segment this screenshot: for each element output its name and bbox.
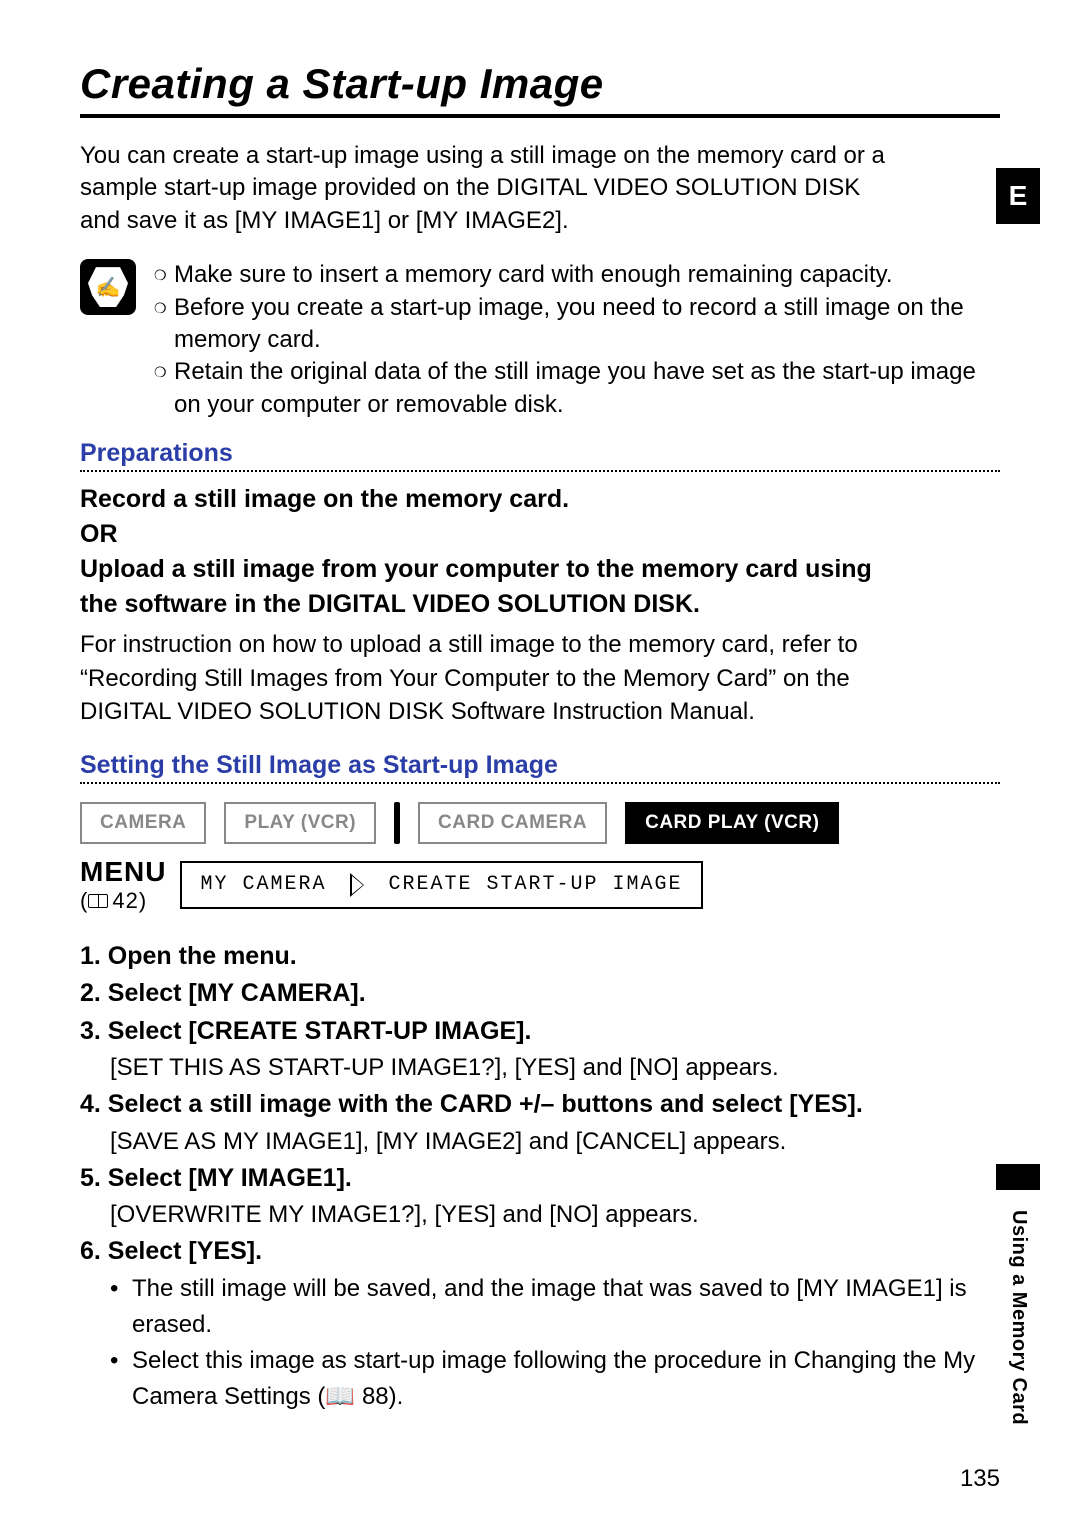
note-2: Before you create a start-up image, you …	[174, 292, 1000, 357]
step-6: 6. Select [YES].	[80, 1233, 1000, 1271]
mode-camera: CAMERA	[80, 802, 206, 844]
step-6-sub-2: Select this image as start-up image foll…	[110, 1343, 1000, 1415]
prep-line-1: Record a still image on the memory card.	[80, 482, 1000, 517]
menu-ref-page: 42	[112, 888, 138, 913]
manual-page: E Creating a Start-up Image You can crea…	[0, 0, 1080, 1533]
step-3-detail: [SET THIS AS START-UP IMAGE1?], [YES] an…	[110, 1050, 1000, 1086]
menu-path-a: MY CAMERA	[200, 873, 326, 896]
step-4: 4. Select a still image with the CARD +/…	[80, 1086, 1000, 1124]
book-icon	[88, 894, 108, 908]
page-number: 135	[960, 1465, 1000, 1493]
step-2: 2. Select [MY CAMERA].	[80, 975, 1000, 1013]
note-hand-icon: ✍	[80, 259, 136, 315]
prep-line-2: Upload a still image from your computer …	[80, 552, 900, 622]
mode-divider	[394, 802, 400, 844]
section-tab: E	[996, 168, 1040, 224]
intro-paragraph: You can create a start-up image using a …	[80, 140, 900, 237]
step-5-detail: [OVERWRITE MY IMAGE1?], [YES] and [NO] a…	[110, 1197, 1000, 1233]
side-section-label: Using a Memory Card	[1007, 1210, 1030, 1425]
prep-or: OR	[80, 517, 1000, 552]
note-1: Make sure to insert a memory card with e…	[174, 259, 893, 291]
menu-path-row: MENU (42) MY CAMERA CREATE START-UP IMAG…	[80, 856, 1000, 914]
mode-card-play-vcr-active: CARD PLAY (VCR)	[625, 802, 839, 844]
mode-selector: CAMERA PLAY (VCR) CARD CAMERA CARD PLAY …	[80, 802, 1000, 844]
step-6-sub-1: The still image will be saved, and the i…	[110, 1271, 1000, 1343]
preparations-heading: Preparations	[80, 439, 1000, 472]
setting-heading: Setting the Still Image as Start-up Imag…	[80, 751, 1000, 784]
note-3: Retain the original data of the still im…	[174, 356, 1000, 421]
page-title: Creating a Start-up Image	[80, 60, 1000, 118]
mode-card-camera: CARD CAMERA	[418, 802, 607, 844]
step-3: 3. Select [CREATE START-UP IMAGE].	[80, 1013, 1000, 1051]
mode-play-vcr: PLAY (VCR)	[224, 802, 376, 844]
step-1: 1. Open the menu.	[80, 938, 1000, 976]
prep-detail: For instruction on how to upload a still…	[80, 628, 920, 729]
note-block: ✍ Make sure to insert a memory card with…	[80, 259, 1000, 421]
menu-path-b: CREATE START-UP IMAGE	[388, 873, 682, 896]
section-accent	[996, 1164, 1040, 1190]
menu-arrow-icon	[350, 873, 364, 897]
step-4-detail: [SAVE AS MY IMAGE1], [MY IMAGE2] and [CA…	[110, 1124, 1000, 1160]
step-5: 5. Select [MY IMAGE1].	[80, 1160, 1000, 1198]
menu-word: MENU	[80, 856, 166, 888]
steps-list: 1. Open the menu. 2. Select [MY CAMERA].…	[80, 938, 1000, 1415]
menu-path: MY CAMERA CREATE START-UP IMAGE	[180, 861, 702, 909]
menu-label: MENU (42)	[80, 856, 166, 914]
